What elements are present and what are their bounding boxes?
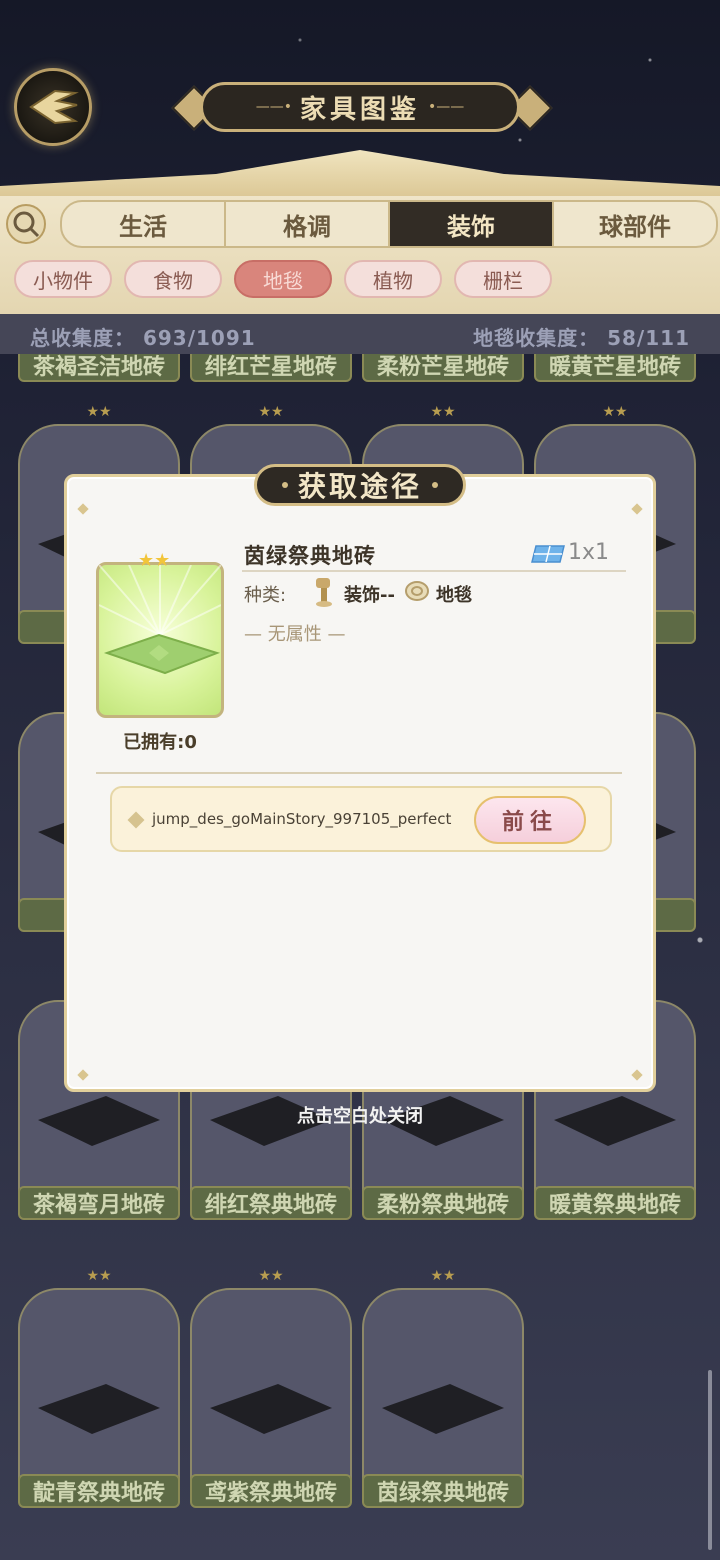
- rarity-stars: ★★: [86, 404, 112, 420]
- type-value-decor: 装饰--: [344, 585, 395, 606]
- owned-count: 已拥有:0: [123, 732, 197, 753]
- carpet-icon: [405, 581, 429, 601]
- tab-style[interactable]: 格调: [226, 202, 390, 246]
- rarity-stars: ★★: [86, 1268, 112, 1284]
- scrollbar[interactable]: [708, 1370, 712, 1550]
- subtab-small-items[interactable]: 小物件: [14, 260, 112, 298]
- list-item[interactable]: ★★ 茵绿祭典地砖: [362, 1268, 524, 1508]
- subtab-food[interactable]: 食物: [124, 260, 222, 298]
- tab-life[interactable]: 生活: [62, 202, 226, 246]
- subtab-plants[interactable]: 植物: [344, 260, 442, 298]
- type-value-carpet: 地毯: [436, 585, 472, 606]
- route-description: jump_des_goMainStory_997105_perfect: [152, 810, 452, 828]
- card-name: 鸢紫祭典地砖: [190, 1474, 352, 1508]
- close-hint[interactable]: 点击空白处关闭: [0, 1102, 720, 1128]
- carpet-tile-image: [38, 1384, 160, 1434]
- list-item[interactable]: 暖黄芒星地砖: [534, 354, 696, 382]
- list-item[interactable]: 绯红芒星地砖: [190, 354, 352, 382]
- list-item[interactable]: ★★ 靛青祭典地砖: [18, 1268, 180, 1508]
- total-collection: 总收集度： 693/1091: [30, 326, 256, 350]
- sub-category-tabs: 小物件 食物 地毯 植物 栅栏: [14, 260, 552, 300]
- go-button[interactable]: 前往: [474, 796, 586, 844]
- dialog-title: 获取途径: [297, 470, 422, 503]
- search-button[interactable]: [6, 204, 46, 244]
- carpet-tile-image: [382, 1384, 504, 1434]
- list-item[interactable]: 柔粉芒星地砖: [362, 354, 524, 382]
- card-name: 暖黄祭典地砖: [534, 1186, 696, 1220]
- card-name: 柔粉芒星地砖: [362, 354, 524, 382]
- card-name: 靛青祭典地砖: [18, 1474, 180, 1508]
- subtab-carpet[interactable]: 地毯: [234, 260, 332, 298]
- back-button[interactable]: [14, 68, 92, 146]
- item-size: 1x1: [568, 540, 610, 565]
- back-wing-icon: [29, 89, 79, 125]
- rarity-stars: ★★: [602, 404, 628, 420]
- type-label: 种类:: [244, 585, 287, 606]
- card-name: 茵绿祭典地砖: [362, 1474, 524, 1508]
- card-name: 茶褐弯月地砖: [18, 1186, 180, 1220]
- floor-grid-icon: [531, 545, 565, 563]
- page-title-plate: ——• 家具图鉴 •——: [200, 82, 520, 132]
- rarity-stars: ★★: [430, 1268, 456, 1284]
- tab-ball-parts[interactable]: 球部件: [554, 202, 716, 246]
- rarity-stars: ★★: [258, 404, 284, 420]
- item-name-underline: [242, 570, 626, 572]
- card-name: 茶褐圣洁地砖: [18, 354, 180, 382]
- rarity-stars: ★★: [258, 1268, 284, 1284]
- main-category-tabs: 生活 格调 装饰 球部件: [60, 200, 718, 248]
- dialog-divider: [96, 772, 622, 774]
- item-preview: [96, 562, 224, 718]
- item-rarity-stars: ★★: [138, 550, 171, 571]
- decor-icon: [316, 578, 332, 607]
- list-item[interactable]: 茶褐圣洁地砖: [18, 354, 180, 382]
- carpet-tile-image: [98, 564, 222, 675]
- rarity-stars: ★★: [430, 404, 456, 420]
- dialog-title-plate: 获取途径: [254, 464, 466, 506]
- carpet-tile-image: [210, 1384, 332, 1434]
- item-name: 茵绿祭典地砖: [244, 544, 376, 568]
- card-name: 绯红祭典地砖: [190, 1186, 352, 1220]
- page-title: 家具图鉴: [299, 94, 420, 125]
- tab-decor[interactable]: 装饰: [390, 202, 554, 246]
- card-name: 绯红芒星地砖: [190, 354, 352, 382]
- attribute-text: — 无属性 —: [244, 624, 346, 645]
- category-collection: 地毯收集度： 58/111: [473, 326, 690, 350]
- search-icon: [13, 211, 40, 238]
- list-item[interactable]: ★★ 鸢紫祭典地砖: [190, 1268, 352, 1508]
- card-name: 暖黄芒星地砖: [534, 354, 696, 382]
- card-name: 柔粉祭典地砖: [362, 1186, 524, 1220]
- subtab-fence[interactable]: 栅栏: [454, 260, 552, 298]
